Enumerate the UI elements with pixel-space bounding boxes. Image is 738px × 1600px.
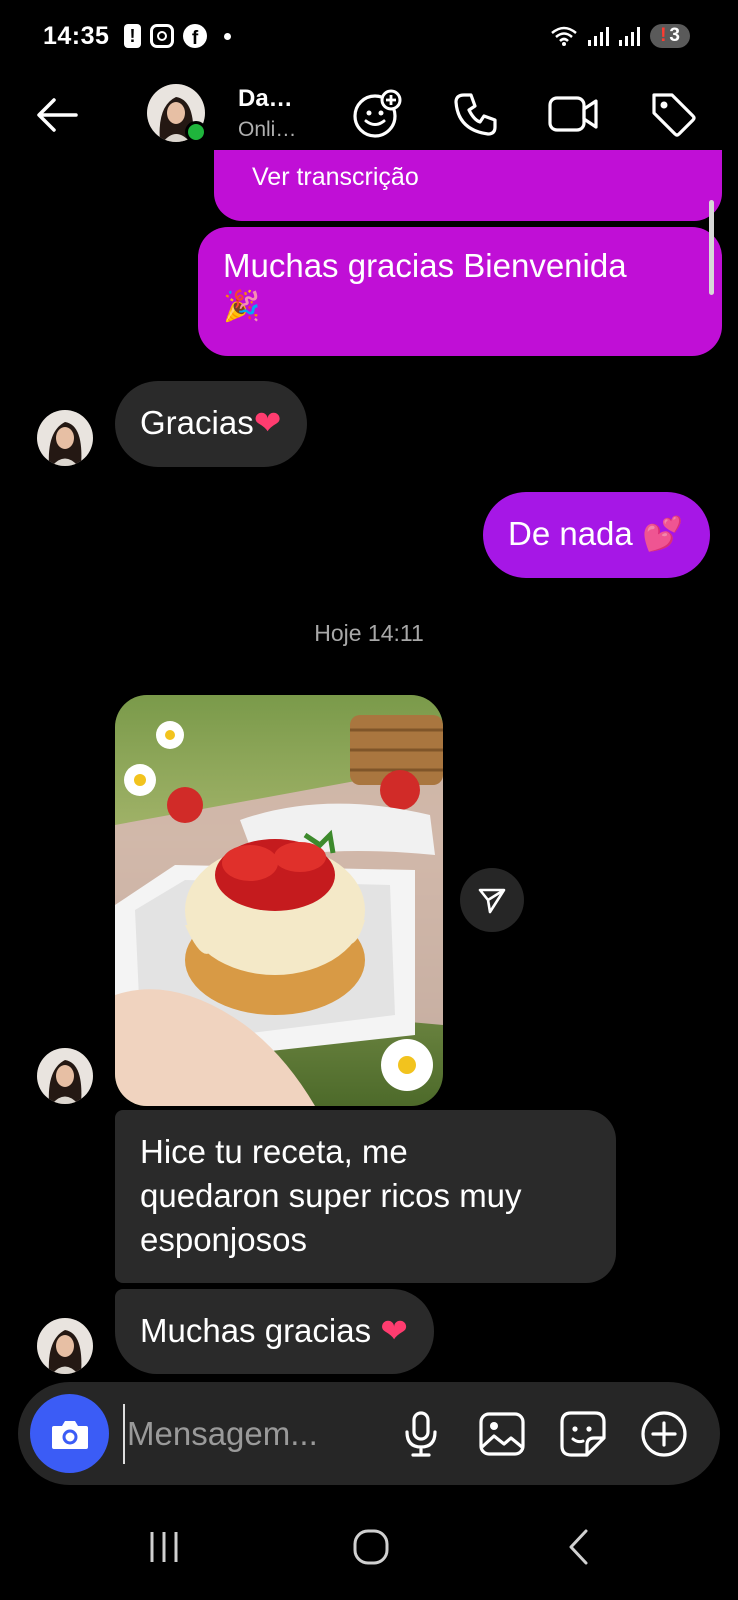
instagram-icon [150, 24, 174, 48]
party-popper-emoji: 🎉 [223, 290, 261, 323]
notification-badge: ! 3 [650, 24, 690, 48]
wifi-icon [551, 26, 577, 46]
status-left-icons: ! f [124, 24, 231, 48]
message-input[interactable] [123, 1404, 383, 1464]
contact-avatar-small[interactable] [37, 1318, 93, 1374]
message-incoming[interactable]: Gracias❤ [115, 381, 308, 467]
add-collaborator-icon[interactable] [349, 86, 405, 142]
status-bar: 14:35 ! f ! 3 [0, 0, 738, 72]
message-composer [18, 1382, 720, 1485]
message-outgoing-transcript[interactable]: Ver transcrição [214, 150, 722, 221]
heart-emoji: ❤ [380, 1312, 408, 1349]
dm-screen: 14:35 ! f ! 3 Da… Onli… Ver transcrição … [0, 0, 738, 1600]
sticker-icon[interactable] [555, 1406, 611, 1462]
system-navigation-bar [0, 1510, 738, 1600]
heart-emoji: ❤ [253, 404, 282, 441]
message-text: Muchas gracias Bienvenida [223, 247, 627, 284]
signal-1-icon [588, 26, 610, 46]
gallery-icon[interactable] [474, 1406, 530, 1462]
contact-name[interactable]: Da… [238, 85, 293, 113]
recent-apps-icon[interactable] [134, 1522, 194, 1572]
photo-message[interactable] [115, 695, 443, 1106]
date-separator: Hoje 14:11 [314, 620, 424, 646]
status-time: 14:35 [43, 22, 110, 50]
back-nav-icon[interactable] [549, 1522, 609, 1572]
photo-strawberry-cake [115, 695, 443, 1106]
phone-icon[interactable] [448, 86, 504, 142]
notification-alert-mark: ! [660, 25, 667, 46]
back-arrow-icon[interactable] [32, 90, 82, 140]
message-outgoing[interactable]: Muchas gracias Bienvenida 🎉 [198, 227, 722, 356]
plus-icon[interactable] [636, 1406, 692, 1462]
home-icon[interactable] [341, 1522, 401, 1572]
contact-status: Onli… [238, 118, 297, 141]
message-incoming[interactable]: Hice tu receta, me quedaron super ricos … [115, 1110, 616, 1283]
contact-avatar-small[interactable] [37, 1048, 93, 1104]
message-text: Gracias [140, 404, 254, 441]
scroll-indicator[interactable] [709, 200, 714, 295]
message-incoming[interactable]: Muchas gracias ❤ [115, 1289, 434, 1374]
message-text-line: Hice tu receta, me [140, 1133, 408, 1170]
message-text: De nada [508, 515, 633, 552]
message-text-line: esponjosos [140, 1221, 307, 1258]
send-arrow-icon [478, 888, 506, 914]
facebook-icon: f [183, 24, 207, 48]
notification-count: 3 [669, 25, 680, 46]
camera-icon [51, 1420, 88, 1449]
message-text: Muchas gracias [140, 1312, 372, 1349]
microphone-icon[interactable] [393, 1406, 449, 1462]
message-outgoing[interactable]: De nada 💕 [483, 492, 711, 578]
share-button[interactable] [460, 868, 524, 932]
more-notifications-dot-icon [224, 32, 231, 40]
two-hearts-emoji: 💕 [641, 515, 684, 552]
signal-2-icon [619, 26, 641, 46]
message-text-line: quedaron super ricos muy [140, 1177, 522, 1214]
online-status-dot [185, 121, 207, 143]
tag-icon[interactable] [645, 86, 701, 142]
camera-button[interactable] [30, 1394, 109, 1473]
status-right-icons: ! 3 [550, 24, 690, 48]
contact-avatar-small[interactable] [37, 410, 93, 466]
alert-icon: ! [124, 24, 141, 48]
video-camera-icon[interactable] [545, 86, 601, 142]
view-transcript-link[interactable]: Ver transcrição [252, 163, 419, 191]
